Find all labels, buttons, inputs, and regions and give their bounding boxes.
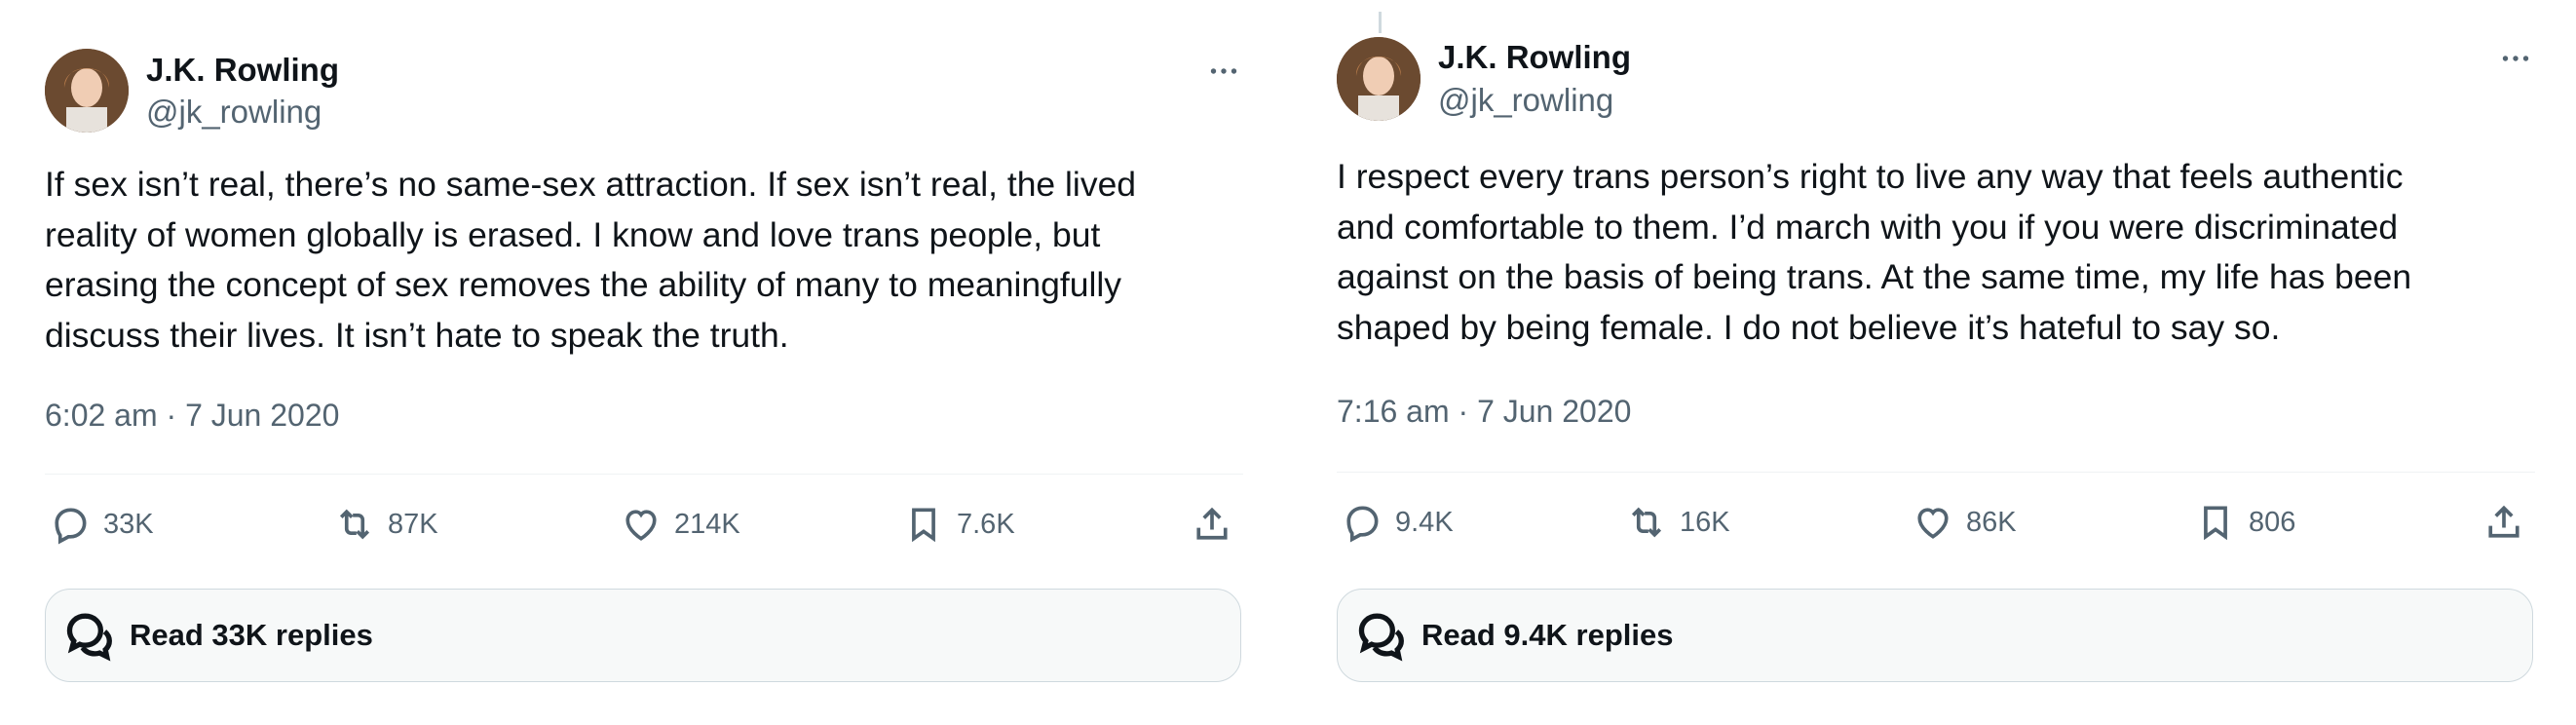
reply-button[interactable]: 9.4K	[1341, 493, 1454, 552]
read-replies-button[interactable]: Read 9.4K replies	[1337, 589, 2533, 682]
timestamp[interactable]: 7:16 am · 7 Jun 2020	[1337, 394, 1631, 430]
more-button[interactable]	[2496, 39, 2535, 78]
tweet-text-line: If sex isn’t real, there’s no same-sex a…	[45, 165, 1137, 204]
bookmark-button[interactable]: 806	[2194, 493, 2295, 552]
author-handle[interactable]: @jk_rowling	[1438, 82, 1613, 119]
tweet-text-line: reality of women globally is erased. I k…	[45, 214, 1101, 254]
repost-button[interactable]: 16K	[1625, 493, 1730, 552]
more-button[interactable]	[1204, 52, 1243, 91]
read-replies-label: Read 33K replies	[130, 618, 373, 652]
thread-connector-line	[1379, 12, 1382, 33]
like-count: 214K	[674, 508, 740, 540]
reply-icon	[55, 508, 87, 545]
repost-icon	[1631, 507, 1662, 538]
tweet-card: J.K. Rowling @jk_rowling I respect every…	[1337, 0, 2535, 725]
author-handle[interactable]: @jk_rowling	[146, 94, 322, 131]
like-button[interactable]: 86K	[1912, 493, 2017, 552]
timestamp[interactable]: 6:02 am · 7 Jun 2020	[45, 398, 339, 434]
more-dots-icon	[2502, 56, 2529, 61]
tweet-card: J.K. Rowling @jk_rowling If sex isn’t re…	[45, 0, 1243, 725]
like-count: 86K	[1966, 506, 2017, 538]
reply-count: 9.4K	[1395, 506, 1454, 538]
tweet-text-line: discuss their lives. It isn’t hate to sp…	[45, 315, 789, 355]
tweet-text-line: I respect every trans person’s right to …	[1337, 157, 2404, 196]
tweet-text-line: erasing the concept of sex removes the a…	[45, 265, 1122, 304]
reply-icon	[1346, 506, 1379, 543]
bookmark-icon	[2204, 506, 2227, 541]
repost-button[interactable]: 87K	[333, 495, 438, 553]
read-replies-button[interactable]: Read 33K replies	[45, 589, 1241, 682]
conversation-bubble-icon	[1358, 613, 1404, 662]
more-dots-icon	[1210, 68, 1237, 74]
repost-count: 16K	[1680, 506, 1730, 538]
conversation-bubble-icon	[66, 613, 112, 662]
avatar-photo-icon	[45, 49, 129, 133]
author-name[interactable]: J.K. Rowling	[146, 52, 339, 89]
bookmark-count: 806	[2249, 506, 2296, 538]
action-bar: 33K 87K 214K 7.6K	[45, 495, 1243, 553]
tweet-text: I respect every trans person’s right to …	[1337, 152, 2535, 353]
like-button[interactable]: 214K	[620, 495, 740, 553]
bookmark-count: 7.6K	[957, 508, 1015, 540]
bookmark-button[interactable]: 7.6K	[902, 495, 1015, 553]
avatar-photo-icon	[1337, 37, 1421, 121]
author-name[interactable]: J.K. Rowling	[1438, 39, 1631, 76]
avatar[interactable]	[1337, 37, 1421, 121]
share-button[interactable]	[1191, 495, 1233, 553]
bookmark-icon	[912, 508, 935, 543]
heart-icon	[625, 510, 657, 541]
reply-button[interactable]: 33K	[49, 495, 154, 553]
repost-count: 87K	[388, 508, 438, 540]
share-icon	[1196, 507, 1228, 540]
tweet-text-line: and comfortable to them. I’d march with …	[1337, 207, 2399, 247]
tweet-text-line: against on the basis of being trans. At …	[1337, 257, 2412, 296]
share-icon	[2488, 505, 2519, 538]
action-bar: 9.4K 16K 86K 806	[1337, 493, 2535, 552]
share-button[interactable]	[2482, 493, 2525, 552]
divider	[45, 474, 1243, 475]
read-replies-label: Read 9.4K replies	[1421, 618, 1674, 652]
tweet-text: If sex isn’t real, there’s no same-sex a…	[45, 160, 1243, 361]
avatar[interactable]	[45, 49, 129, 133]
heart-icon	[1917, 508, 1949, 539]
tweet-text-line: shaped by being female. I do not believe…	[1337, 307, 2281, 347]
reply-count: 33K	[103, 508, 154, 540]
divider	[1337, 472, 2535, 473]
repost-icon	[339, 509, 370, 540]
